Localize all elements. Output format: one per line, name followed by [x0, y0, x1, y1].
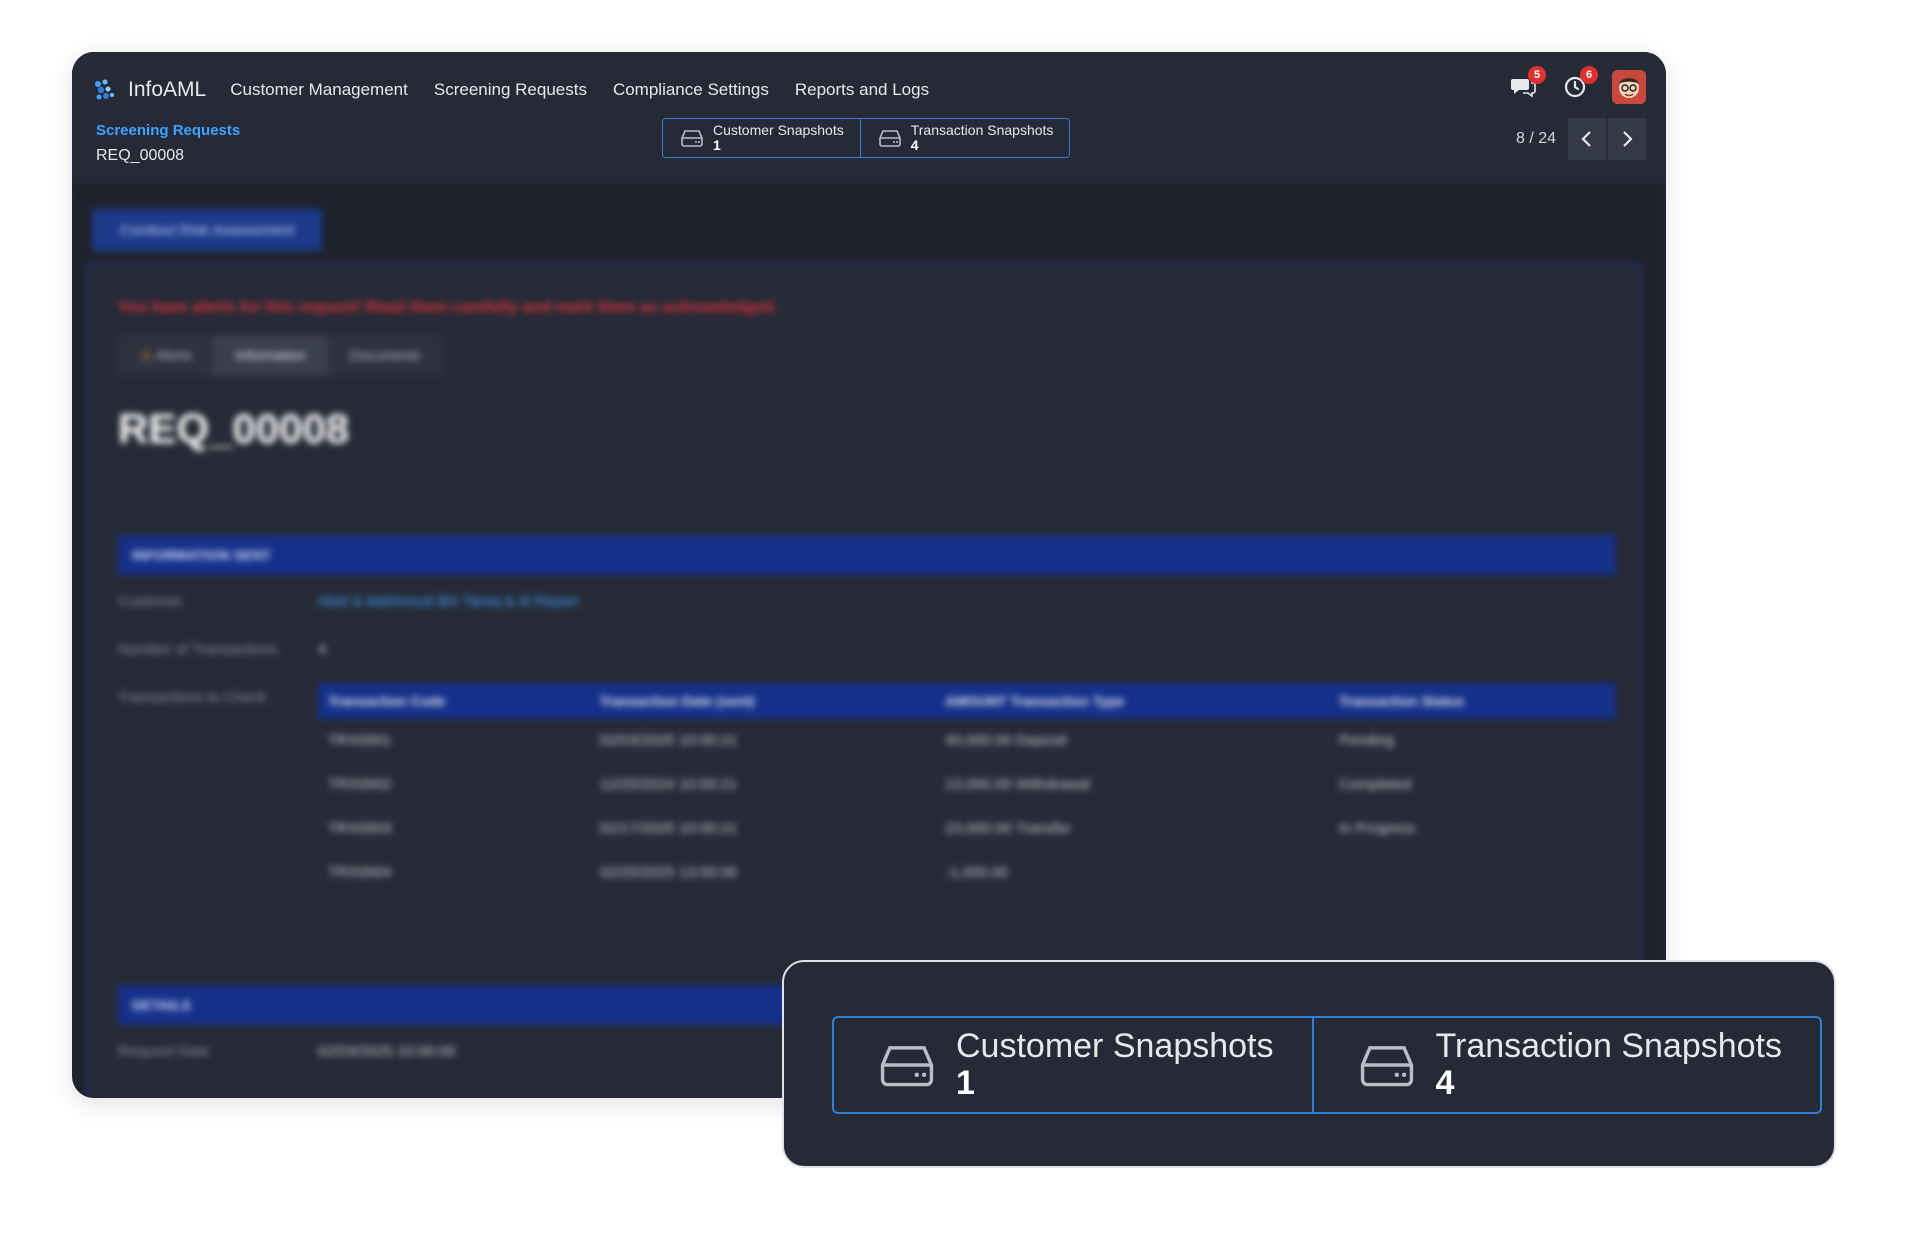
- cell-type: Deposit: [1015, 732, 1067, 749]
- transaction-snapshots-count: 4: [1435, 1064, 1455, 1102]
- cell: 02/17/2025 10:00:21: [589, 806, 935, 851]
- transaction-snapshots-button-zoomed[interactable]: Transaction Snapshots 4: [1311, 1018, 1821, 1112]
- conduct-risk-assessment-button[interactable]: Conduct Risk Assessment: [92, 209, 322, 251]
- form-tabs: ⚠ Alerts Information Documents: [118, 335, 443, 376]
- app-logo-icon[interactable]: [90, 76, 118, 104]
- pager-previous-button[interactable]: [1568, 118, 1606, 160]
- customer-snapshots-button-zoomed[interactable]: Customer Snapshots 1: [834, 1018, 1312, 1112]
- cell: [1328, 850, 1616, 895]
- breadcrumb-parent-link[interactable]: Screening Requests: [96, 122, 240, 139]
- menu-customer-management[interactable]: Customer Management: [230, 80, 408, 100]
- tab-alerts-label: Alerts: [155, 347, 192, 363]
- hard-drive-icon: [878, 130, 901, 147]
- brand-name[interactable]: InfoAML: [128, 78, 206, 102]
- transaction-snapshots-label: Transaction Snapshots: [1435, 1027, 1783, 1065]
- cell: 40,000.00 Deposit: [934, 719, 1329, 763]
- customer-snapshots-label: Customer Snapshots: [956, 1027, 1274, 1065]
- messages-button[interactable]: 5: [1506, 66, 1546, 104]
- warning-icon: ⚠: [140, 347, 153, 363]
- transactions-to-check-label: Transactions to Check: [118, 689, 267, 706]
- col-amount[interactable]: AMOUNT Transaction Type: [934, 683, 1329, 719]
- transaction-snapshots-count: 4: [910, 137, 919, 153]
- transaction-snapshots-button[interactable]: Transaction Snapshots 4: [859, 119, 1070, 157]
- chevron-left-icon: [1581, 131, 1591, 147]
- table-header-row: Transaction Code Transaction Date (sent)…: [318, 683, 1616, 719]
- cell: 13,000.00 Withdrawal: [934, 762, 1329, 807]
- tab-information[interactable]: Information: [213, 335, 328, 376]
- cell: -1,000.00: [934, 850, 1329, 895]
- request-date-label: Request Date: [118, 1043, 210, 1060]
- top-navbar: InfoAML Customer Management Screening Re…: [72, 52, 1666, 185]
- breadcrumb: Screening Requests REQ_00008: [96, 122, 240, 165]
- cell: TRX0002: [318, 762, 590, 807]
- cell-amount: -1,000.00: [944, 864, 1009, 881]
- tab-alerts[interactable]: ⚠ Alerts: [118, 335, 213, 376]
- menu-screening-requests[interactable]: Screening Requests: [434, 80, 587, 100]
- cell: 02/25/2025 13:00:00: [589, 850, 935, 895]
- pager-next-button[interactable]: [1608, 118, 1646, 160]
- table-row[interactable]: TRX0001 02/03/2025 10:00:21 40,000.00 Depo…: [318, 719, 1616, 763]
- cell-amount: 40,000.00: [944, 732, 1012, 749]
- customer-snapshots-label: Customer Snapshots: [713, 122, 844, 138]
- cell: Completed: [1328, 762, 1616, 807]
- table-row[interactable]: TRX0004 02/25/2025 13:00:00 -1,000.00: [318, 850, 1616, 895]
- customer-snapshots-count: 1: [713, 137, 721, 153]
- customer-link[interactable]: Abel & Mahmoud Bin Tareq & Al Rayan: [318, 593, 579, 610]
- hard-drive-icon: [880, 1046, 934, 1087]
- cell-amount: 23,000.00: [944, 820, 1012, 837]
- menu-compliance-settings[interactable]: Compliance Settings: [613, 80, 769, 100]
- systray: 5 6: [1488, 62, 1646, 112]
- cell: In Progress: [1328, 806, 1616, 851]
- col-amount-label: AMOUNT: [944, 693, 1007, 709]
- hard-drive-icon: [681, 130, 703, 147]
- table-row[interactable]: TRX0002 12/25/2024 10:00:21 13,000.00 With…: [318, 762, 1616, 807]
- user-avatar[interactable]: [1612, 70, 1646, 104]
- customer-snapshots-count: 1: [956, 1064, 975, 1102]
- cell: 02/03/2025 10:00:21: [589, 719, 935, 763]
- cell: 23,000.00 Transfer: [934, 806, 1329, 851]
- menu-reports-and-logs[interactable]: Reports and Logs: [795, 80, 929, 100]
- transactions-count-label: Number of Transactions: [118, 641, 278, 658]
- request-date-value: 02/03/2025 10:00:00: [318, 1043, 456, 1060]
- chevron-right-icon: [1623, 131, 1633, 147]
- col-transaction-status[interactable]: Transaction Status: [1328, 683, 1616, 719]
- cell: TRX0003: [318, 806, 590, 851]
- cell: 12/25/2024 10:00:21: [589, 762, 935, 807]
- transactions-count-value: 4: [318, 641, 327, 658]
- main-nav: InfoAML Customer Management Screening Re…: [90, 66, 955, 114]
- transaction-snapshots-label: Transaction Snapshots: [910, 122, 1054, 138]
- hard-drive-icon: [1360, 1046, 1413, 1087]
- cell: TRX0004: [318, 850, 590, 895]
- messages-badge: 5: [1528, 66, 1546, 84]
- cell-amount: 13,000.00: [944, 776, 1012, 793]
- customer-label: Customer: [118, 593, 184, 610]
- alert-message: You have alerts for this request! Read t…: [118, 299, 778, 316]
- tab-documents[interactable]: Documents: [328, 335, 443, 376]
- col-transaction-date[interactable]: Transaction Date (sent): [589, 683, 935, 719]
- pager-value: 8 / 24: [1515, 130, 1556, 147]
- customer-snapshots-button[interactable]: Customer Snapshots 1: [663, 119, 860, 157]
- user-avatar-icon: [1612, 70, 1646, 104]
- app-window: InfoAML Customer Management Screening Re…: [72, 52, 1666, 1098]
- cell: Pending: [1328, 719, 1616, 763]
- cell: TRX0001: [318, 719, 590, 763]
- section-information-sent: INFORMATION SENT: [118, 535, 1616, 575]
- col-transaction-code[interactable]: Transaction Code: [318, 683, 590, 719]
- breadcrumb-current: REQ_00008: [96, 147, 185, 164]
- zoom-callout: Customer Snapshots 1 Transaction Snapsho…: [782, 960, 1836, 1168]
- col-transaction-type-label: Transaction Type: [1010, 693, 1125, 709]
- transactions-table: Transaction Code Transaction Date (sent)…: [318, 683, 1616, 895]
- activities-badge: 6: [1580, 66, 1598, 84]
- table-row[interactable]: TRX0003 02/17/2025 10:00:21 23,000.00 Tran…: [318, 806, 1616, 851]
- record-title: REQ_00008: [118, 405, 350, 452]
- cell-type: Withdrawal: [1015, 776, 1091, 793]
- cell-type: Transfer: [1015, 820, 1071, 837]
- activities-button[interactable]: 6: [1558, 66, 1598, 104]
- smart-button-box: Customer Snapshots 1 Transaction Snapsho…: [662, 118, 1071, 158]
- record-pager: 8 / 24: [1516, 118, 1646, 160]
- smart-button-box-zoomed: Customer Snapshots 1 Transaction Snapsho…: [832, 1016, 1822, 1114]
